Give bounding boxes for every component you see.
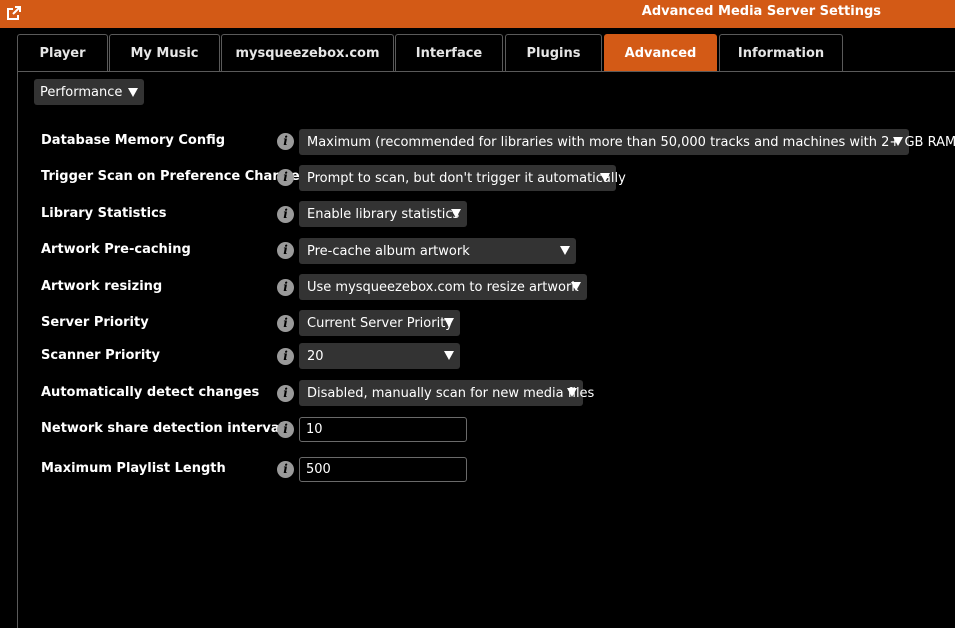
- select-resizing-value: Use mysqueezebox.com to resize artwork: [307, 279, 579, 295]
- info-icon[interactable]: i: [277, 279, 294, 296]
- info-icon[interactable]: i: [277, 242, 294, 259]
- select-dbmemory-value: Maximum (recommended for libraries with …: [307, 134, 955, 150]
- panel-border-left: [17, 71, 18, 628]
- exit-icon[interactable]: [4, 3, 24, 23]
- select-serverpriority[interactable]: Current Server Priority: [299, 310, 460, 336]
- select-autodetect[interactable]: Disabled, manually scan for new media fi…: [299, 380, 594, 406]
- chevron-down-icon: [444, 351, 454, 360]
- setting-label-autodetect: Automatically detect changes: [41, 385, 260, 400]
- setting-label-playlistlength: Maximum Playlist Length: [41, 461, 226, 476]
- setting-label-dbmemory: Database Memory Config: [41, 133, 226, 148]
- setting-label-scannerpriority: Scanner Priority: [41, 348, 160, 363]
- section-select[interactable]: Performance: [34, 79, 145, 105]
- section-select-value: Performance: [40, 84, 123, 100]
- info-icon[interactable]: i: [277, 461, 294, 478]
- info-icon[interactable]: i: [277, 206, 294, 223]
- chevron-down-icon: [128, 87, 139, 97]
- select-triggerscan-value: Prompt to scan, but don't trigger it aut…: [307, 170, 626, 186]
- select-autodetect-value: Disabled, manually scan for new media fi…: [307, 385, 595, 401]
- select-precaching-value: Pre-cache album artwork: [307, 243, 470, 259]
- tab-plugins[interactable]: Plugins: [505, 34, 602, 71]
- setting-label-serverpriority: Server Priority: [41, 315, 149, 330]
- select-resizing[interactable]: Use mysqueezebox.com to resize artwork: [299, 274, 587, 300]
- setting-label-resizing: Artwork resizing: [41, 279, 163, 294]
- tab-interface[interactable]: Interface: [395, 34, 503, 71]
- tab-my-music[interactable]: My Music: [109, 34, 220, 71]
- tab-advanced[interactable]: Advanced: [604, 34, 717, 71]
- panel-border: [17, 71, 955, 72]
- info-icon[interactable]: i: [277, 315, 294, 332]
- select-precaching[interactable]: Pre-cache album artwork: [299, 238, 576, 264]
- info-icon[interactable]: i: [277, 421, 294, 438]
- info-icon[interactable]: i: [277, 348, 294, 365]
- setting-label-triggerscan: Trigger Scan on Preference Changes: [41, 169, 308, 184]
- chevron-down-icon: [451, 209, 461, 218]
- info-icon[interactable]: i: [277, 385, 294, 402]
- page-title: Advanced Media Server Settings: [641, 4, 881, 19]
- setting-label-precaching: Artwork Pre-caching: [41, 242, 191, 257]
- playlist-length-input[interactable]: [299, 457, 467, 482]
- info-icon[interactable]: i: [277, 169, 294, 186]
- tab-information[interactable]: Information: [719, 34, 843, 71]
- select-dbmemory[interactable]: Maximum (recommended for libraries with …: [299, 129, 955, 155]
- tab-mysqueezebox[interactable]: mysqueezebox.com: [221, 34, 394, 71]
- title-bar: Advanced Media Server Settings: [0, 0, 955, 28]
- select-scannerpriority[interactable]: 20: [299, 343, 460, 369]
- chevron-down-icon: [567, 388, 577, 397]
- setting-label-librarystats: Library Statistics: [41, 206, 167, 221]
- info-icon[interactable]: i: [277, 133, 294, 150]
- chevron-down-icon: [560, 246, 570, 255]
- select-serverpriority-value: Current Server Priority: [307, 315, 453, 331]
- chevron-down-icon: [893, 137, 903, 146]
- chevron-down-icon: [571, 282, 581, 291]
- setting-label-networkinterval: Network share detection interval: [41, 421, 285, 436]
- select-scannerpriority-value: 20: [307, 348, 324, 364]
- tab-player[interactable]: Player: [17, 34, 108, 71]
- chevron-down-icon: [444, 318, 454, 327]
- select-librarystats-value: Enable library statistics: [307, 206, 460, 222]
- select-triggerscan[interactable]: Prompt to scan, but don't trigger it aut…: [299, 165, 626, 191]
- select-librarystats[interactable]: Enable library statistics: [299, 201, 467, 227]
- chevron-down-icon: [600, 173, 610, 182]
- network-interval-input[interactable]: [299, 417, 467, 442]
